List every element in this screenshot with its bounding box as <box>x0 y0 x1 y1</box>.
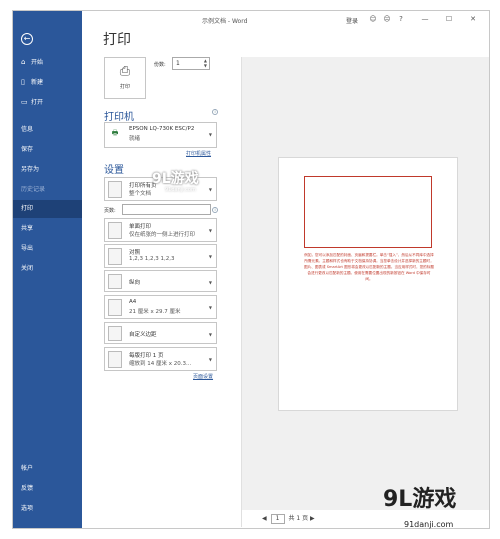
login-link[interactable]: 登录 <box>346 16 358 25</box>
spinner-arrows-icon[interactable]: ▲ ▼ <box>204 58 207 68</box>
page-preview: 例如，您可以添加匹配的封面、页眉和提要栏。单击“插入”，然后从不同库中选择所需元… <box>278 157 458 411</box>
watermark-site-corner: 91danji.com <box>404 520 454 529</box>
orientation-main: 纵向 <box>129 280 141 286</box>
help-icon[interactable]: ? <box>396 14 406 24</box>
current-page-input[interactable]: 1 <box>270 513 285 524</box>
sidebar-item-home[interactable]: ⌂ 开始 <box>13 53 82 71</box>
chevron-down-icon: ▼ <box>208 332 212 337</box>
collate-main: 对照 <box>129 250 141 256</box>
printer-dropdown[interactable]: 🖶 EPSON LQ-730K ESC/P2 就绪 ▼ <box>104 122 217 148</box>
sidebar-item-close[interactable]: 关闭 <box>13 260 82 278</box>
home-icon: ⌂ <box>21 58 26 66</box>
pages-per-sheet-dropdown[interactable]: 每版打印 1 页 缩放到 14 厘米 x 20.3... ▼ <box>104 347 217 371</box>
minimize-icon[interactable]: — <box>420 14 430 24</box>
collate-dropdown[interactable]: 对照 1,2,3 1,2,3 1,2,3 ▼ <box>104 244 217 268</box>
preview-image-box <box>304 176 432 248</box>
chevron-down-icon: ▼ <box>208 254 212 259</box>
document-icon <box>108 181 122 198</box>
sad-icon[interactable]: ☹ <box>382 14 392 24</box>
watermark-site: 91danji.com <box>165 187 196 193</box>
sidebar-item-open[interactable]: ▭ 打开 <box>13 93 82 111</box>
sides-main: 单面打印 <box>129 224 152 230</box>
print-range-sub: 整个文档 <box>129 191 152 197</box>
maximize-icon[interactable]: ☐ <box>444 14 454 24</box>
sidebar-item-export[interactable]: 导出 <box>13 240 82 258</box>
printer-ready-icon: 🖶 <box>111 129 119 137</box>
paper-size-dropdown[interactable]: A4 21 厘米 x 29.7 厘米 ▼ <box>104 295 217 319</box>
sidebar-item-account[interactable]: 帐户 <box>13 460 82 478</box>
backstage-sidebar: ← ⌂ 开始 ▯ 新建 ▭ 打开 信息 保存 另存为 历史记录 打印 共享 导出 关闭… <box>13 11 82 528</box>
pages-per-sheet-sub: 缩放到 14 厘米 x 20.3... <box>129 361 192 367</box>
pages-input[interactable] <box>122 204 211 215</box>
sidebar-item-save-as[interactable]: 另存为 <box>13 161 82 179</box>
print-button-label: 打印 <box>119 84 130 90</box>
info-icon[interactable]: i <box>212 207 218 213</box>
folder-icon: ▭ <box>21 98 28 106</box>
sidebar-item-history: 历史记录 <box>21 186 46 193</box>
single-sided-icon <box>108 222 122 239</box>
paper-size-main: A4 <box>129 299 137 305</box>
sides-dropdown[interactable]: 单面打印 仅在纸张的一侧上进行打印 ▼ <box>104 218 217 242</box>
printer-heading: 打印机 <box>104 112 134 123</box>
margins-dropdown[interactable]: 自定义边距 ▼ <box>104 322 217 344</box>
copies-label: 份数: <box>154 62 166 68</box>
page-setup-link[interactable]: 页面设置 <box>193 373 213 380</box>
pages-per-sheet-main: 每版打印 1 页 <box>129 353 164 359</box>
pages-per-sheet-icon <box>108 351 122 368</box>
paper-size-sub: 21 厘米 x 29.7 厘米 <box>129 309 181 315</box>
printer-name: EPSON LQ-730K ESC/P2 <box>129 126 195 132</box>
info-icon[interactable]: i <box>212 109 218 115</box>
sidebar-item-print[interactable]: 打印 <box>13 200 82 218</box>
window-title: 示例文档 - Word <box>202 18 248 25</box>
sidebar-item-share[interactable]: 共享 <box>13 220 82 238</box>
margins-main: 自定义边距 <box>129 332 157 338</box>
sidebar-item-label: 新建 <box>31 79 44 86</box>
page-title: 打印 <box>103 32 131 48</box>
paper-size-icon <box>108 299 122 316</box>
settings-heading: 设置 <box>104 165 124 176</box>
sidebar-item-label: 打开 <box>31 99 44 106</box>
watermark-logo-corner: 9L游戏 <box>383 487 457 512</box>
orientation-dropdown[interactable]: 纵向 ▼ <box>104 270 217 292</box>
pages-label: 页数: <box>104 208 116 214</box>
watermark-logo: 9L游戏 <box>152 171 199 187</box>
page-total: 共 1 页 <box>288 515 309 522</box>
copies-value: 1 <box>176 60 180 67</box>
next-page-icon[interactable]: ▶ <box>310 515 315 522</box>
printer-icon: ⎙ <box>119 64 131 79</box>
margins-icon <box>108 326 122 341</box>
new-document-icon: ▯ <box>21 78 25 86</box>
chevron-down-icon: ▼ <box>208 187 212 192</box>
sidebar-item-info[interactable]: 信息 <box>13 121 82 139</box>
copies-spinner[interactable]: 1 ▲ ▼ <box>172 57 210 70</box>
preview-text: 例如，您可以添加匹配的封面、页眉和提要栏。单击“插入”，然后从不同库中选择所需元… <box>304 253 434 281</box>
portrait-icon <box>108 274 122 289</box>
collate-sub: 1,2,3 1,2,3 1,2,3 <box>129 256 175 262</box>
prev-page-icon[interactable]: ◀ <box>262 515 267 522</box>
collate-icon <box>108 248 122 265</box>
sidebar-item-feedback[interactable]: 反馈 <box>13 480 82 498</box>
sides-sub: 仅在纸张的一侧上进行打印 <box>129 232 196 238</box>
chevron-down-icon: ▼ <box>208 305 212 310</box>
printer-properties-link[interactable]: 打印机属性 <box>186 150 211 157</box>
sidebar-item-options[interactable]: 选项 <box>13 500 82 518</box>
chevron-down-icon: ▼ <box>208 132 212 137</box>
sidebar-item-new[interactable]: ▯ 新建 <box>13 73 82 91</box>
title-bar: 示例文档 - Word 登录 ☺ ☹ ? — ☐ ✕ <box>82 11 489 29</box>
print-button[interactable]: ⎙ 打印 <box>104 57 146 99</box>
smile-icon[interactable]: ☺ <box>368 14 378 24</box>
close-icon[interactable]: ✕ <box>468 14 478 24</box>
word-window: ← ⌂ 开始 ▯ 新建 ▭ 打开 信息 保存 另存为 历史记录 打印 共享 导出 关闭… <box>12 10 490 529</box>
chevron-down-icon: ▼ <box>208 280 212 285</box>
back-arrow-icon[interactable]: ← <box>21 33 33 45</box>
chevron-down-icon: ▼ <box>208 228 212 233</box>
printer-status: 就绪 <box>129 136 141 142</box>
sidebar-item-label: 开始 <box>31 59 44 66</box>
page-navigator: ◀ 1 共 1 页 ▶ <box>262 513 315 524</box>
sidebar-item-save[interactable]: 保存 <box>13 141 82 159</box>
chevron-down-icon: ▼ <box>208 357 212 362</box>
